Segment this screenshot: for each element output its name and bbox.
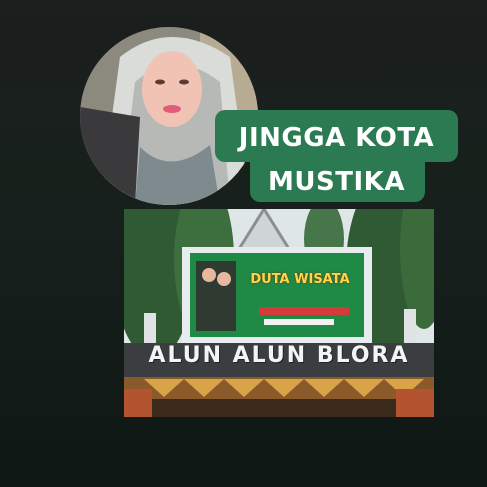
title-text: JINGGA KOTA MUSTIKA (238, 123, 435, 197)
billboard-title: DUTA WISATA (250, 272, 350, 287)
park-photo (124, 209, 434, 417)
park-photo-illustration (124, 209, 434, 417)
alun-alun-sign: ALUN ALUN BLORA (148, 343, 410, 368)
content-stage: JINGGA KOTA MUSTIKA DUTA WISATA ALUN ALU… (0, 0, 487, 487)
